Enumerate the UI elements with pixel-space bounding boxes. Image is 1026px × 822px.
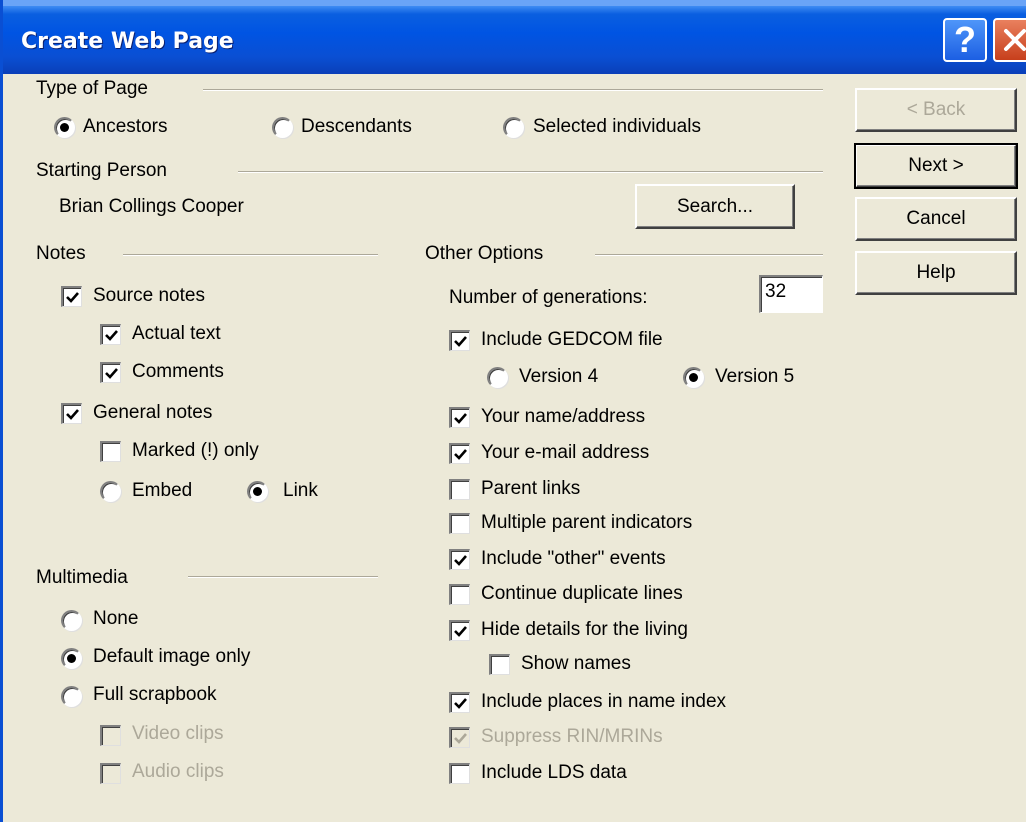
checkmark-icon: [454, 336, 467, 347]
type-of-page-heading: Type of Page: [36, 78, 148, 99]
radio-version-5-label: Version 5: [715, 366, 795, 387]
marked-only-checkbox[interactable]: [100, 441, 121, 462]
comments-label: Comments: [132, 361, 224, 382]
radio-full-scrapbook-label: Full scrapbook: [93, 684, 217, 705]
video-clips-label: Video clips: [132, 723, 224, 744]
close-x-icon: [1004, 29, 1026, 51]
source-notes-label: Source notes: [93, 285, 205, 306]
next-button[interactable]: Next >: [854, 143, 1018, 189]
generations-label: Number of generations:: [449, 287, 648, 308]
your-email-label: Your e-mail address: [481, 442, 650, 463]
create-web-page-dialog: Create Web Page ? Type of Page Ancestors…: [0, 0, 1026, 822]
divider: [123, 254, 378, 256]
comments-checkbox[interactable]: [100, 362, 121, 383]
question-mark-icon: ?: [954, 19, 976, 60]
checkmark-icon: [66, 409, 79, 420]
checkmark-icon: [454, 733, 467, 744]
include-lds-label: Include LDS data: [481, 762, 627, 783]
general-notes-checkbox[interactable]: [61, 403, 82, 424]
include-gedcom-checkbox[interactable]: [449, 330, 470, 351]
radio-ancestors-label: Ancestors: [83, 116, 168, 137]
radio-default-image-only-label: Default image only: [93, 646, 251, 667]
radio-descendants[interactable]: [272, 117, 293, 138]
actual-text-label: Actual text: [132, 323, 221, 344]
radio-default-image-only[interactable]: [61, 648, 82, 669]
checkmark-icon: [454, 626, 467, 637]
starting-person-heading: Starting Person: [36, 160, 167, 181]
your-name-address-checkbox[interactable]: [449, 407, 470, 428]
include-gedcom-label: Include GEDCOM file: [481, 329, 663, 350]
your-name-address-label: Your name/address: [481, 406, 646, 427]
hide-living-checkbox[interactable]: [449, 620, 470, 641]
video-clips-checkbox[interactable]: [100, 725, 121, 746]
radio-link[interactable]: [247, 481, 268, 502]
audio-clips-checkbox[interactable]: [100, 763, 121, 784]
radio-selected-individuals[interactable]: [503, 117, 524, 138]
other-events-checkbox[interactable]: [449, 549, 470, 570]
continue-duplicate-checkbox[interactable]: [449, 584, 470, 605]
cancel-button[interactable]: Cancel: [855, 197, 1017, 241]
continue-duplicate-label: Continue duplicate lines: [481, 583, 683, 604]
checkmark-icon: [454, 449, 467, 460]
include-lds-checkbox[interactable]: [449, 763, 470, 784]
radio-embed[interactable]: [100, 481, 121, 502]
radio-none-label: None: [93, 608, 139, 629]
parent-links-label: Parent links: [481, 478, 581, 499]
suppress-rin-checkbox[interactable]: [449, 727, 470, 748]
multiple-parent-label: Multiple parent indicators: [481, 512, 693, 533]
title-bar[interactable]: Create Web Page ?: [3, 0, 1026, 74]
radio-selected-individuals-label: Selected individuals: [533, 116, 701, 137]
places-in-index-label: Include places in name index: [481, 691, 727, 712]
marked-only-label: Marked (!) only: [132, 440, 259, 461]
radio-version-4-label: Version 4: [519, 366, 599, 387]
close-title-button[interactable]: [993, 18, 1026, 62]
search-button[interactable]: Search...: [635, 184, 795, 229]
divider: [188, 576, 378, 578]
window-title: Create Web Page: [21, 29, 234, 54]
radio-link-label: Link: [283, 480, 318, 501]
other-options-heading: Other Options: [425, 243, 544, 264]
radio-version-5[interactable]: [683, 367, 704, 388]
checkmark-icon: [454, 555, 467, 566]
hide-living-label: Hide details for the living: [481, 619, 688, 640]
multiple-parent-checkbox[interactable]: [449, 513, 470, 534]
radio-embed-label: Embed: [132, 480, 193, 501]
radio-ancestors[interactable]: [54, 117, 75, 138]
checkmark-icon: [105, 368, 118, 379]
actual-text-checkbox[interactable]: [100, 324, 121, 345]
places-in-index-checkbox[interactable]: [449, 692, 470, 713]
divider: [203, 89, 823, 91]
notes-heading: Notes: [36, 243, 86, 264]
radio-descendants-label: Descendants: [301, 116, 412, 137]
general-notes-label: General notes: [93, 402, 213, 423]
parent-links-checkbox[interactable]: [449, 479, 470, 500]
audio-clips-label: Audio clips: [132, 761, 224, 782]
starting-person-name: Brian Collings Cooper: [59, 196, 244, 217]
divider: [238, 171, 823, 173]
multimedia-heading: Multimedia: [36, 567, 128, 588]
checkmark-icon: [66, 292, 79, 303]
help-title-button[interactable]: ?: [943, 18, 987, 62]
divider: [595, 254, 823, 256]
checkmark-icon: [454, 698, 467, 709]
show-names-label: Show names: [521, 653, 631, 674]
checkmark-icon: [454, 413, 467, 424]
other-events-label: Include "other" events: [481, 548, 666, 569]
radio-none[interactable]: [61, 610, 82, 631]
radio-version-4[interactable]: [487, 367, 508, 388]
radio-full-scrapbook[interactable]: [61, 686, 82, 707]
back-button[interactable]: < Back: [855, 88, 1017, 132]
suppress-rin-label: Suppress RIN/MRINs: [481, 726, 663, 747]
help-button[interactable]: Help: [855, 251, 1017, 295]
your-email-checkbox[interactable]: [449, 443, 470, 464]
source-notes-checkbox[interactable]: [61, 286, 82, 307]
show-names-checkbox[interactable]: [489, 654, 510, 675]
checkmark-icon: [105, 330, 118, 341]
generations-input[interactable]: 32: [759, 275, 823, 313]
